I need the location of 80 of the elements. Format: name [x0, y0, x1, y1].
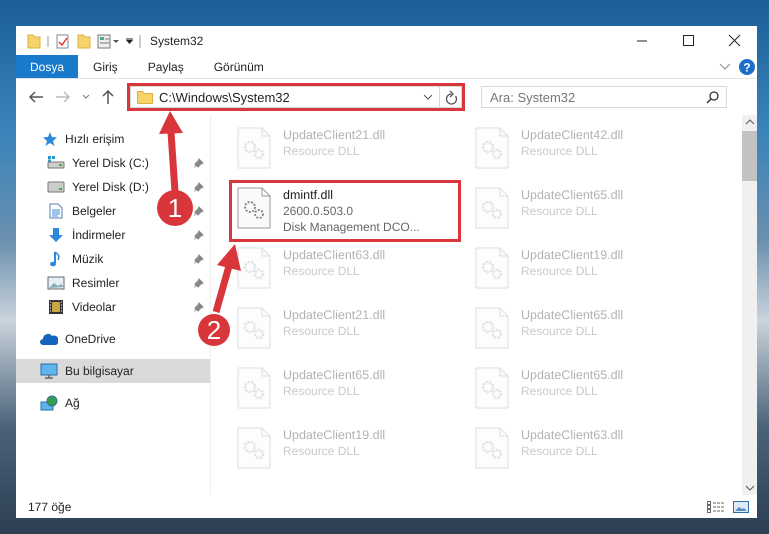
settings-file-icon [237, 307, 271, 349]
annotation-arrow [212, 244, 241, 313]
nav-item[interactable]: Belgeler [16, 199, 120, 223]
folder-icon [137, 90, 153, 104]
settings-file-icon [475, 247, 509, 289]
settings-file-icon [237, 247, 271, 289]
step-marker: 1 [157, 190, 193, 226]
file-name: UpdateClient63.dll [521, 427, 624, 443]
picture-icon [47, 275, 65, 291]
pin-icon[interactable] [194, 254, 204, 264]
scrollbar-thumb[interactable] [742, 131, 757, 181]
file-name: UpdateClient65.dll [521, 307, 624, 323]
file-name: UpdateClient42.dll [521, 127, 624, 143]
nav-item[interactable]: Müzik [16, 247, 108, 271]
nav-item[interactable]: Ağ [16, 391, 84, 415]
up-icon[interactable] [101, 89, 115, 105]
nav-item[interactable]: Hızlı erişim [16, 127, 128, 151]
pin-icon[interactable] [194, 302, 204, 312]
nav-item[interactable]: Videolar [16, 295, 120, 319]
file-detail: 2600.0.503.0 [283, 203, 354, 219]
file-item[interactable]: dmintf.dll 2600.0.503.0 Disk Management DCO... [231, 183, 469, 243]
file-name: dmintf.dll [283, 187, 334, 203]
network-icon [40, 395, 58, 411]
settings-file-icon [237, 367, 271, 409]
help-icon[interactable]: ? [739, 58, 755, 74]
drive-icon [47, 155, 65, 171]
address-bar[interactable]: C:\Windows\System32 [130, 86, 440, 108]
settings-file-icon [475, 427, 509, 469]
nav-item[interactable]: Yerel Disk (D:) [16, 175, 153, 199]
video-icon [47, 299, 65, 315]
refresh-button[interactable] [440, 86, 462, 108]
ribbon-tab[interactable]: Giriş [78, 55, 133, 78]
large-icons-view-icon[interactable] [733, 500, 749, 512]
settings-file-icon [475, 127, 509, 169]
document-icon [47, 203, 65, 219]
file-name: UpdateClient21.dll [283, 127, 386, 143]
monitor-icon [40, 363, 58, 379]
scroll-down-icon[interactable] [744, 485, 754, 491]
settings-file-icon [237, 427, 271, 469]
drive-icon [47, 179, 65, 195]
pin-icon[interactable] [194, 158, 204, 168]
dropdown-icon[interactable] [423, 94, 433, 100]
nav-item[interactable]: OneDrive [16, 327, 120, 351]
step-marker: 2 [198, 314, 230, 346]
ribbon-tab[interactable]: Dosya [16, 55, 78, 78]
file-name: UpdateClient63.dll [283, 247, 386, 263]
ribbon-tab[interactable]: Paylaş [132, 55, 199, 78]
recent-locations-icon[interactable] [82, 94, 90, 100]
pin-icon[interactable] [194, 230, 204, 240]
file-name: UpdateClient65.dll [521, 367, 624, 383]
file-name: UpdateClient65.dll [521, 187, 624, 203]
settings-file-icon [475, 367, 509, 409]
pin-icon[interactable] [194, 278, 204, 288]
settings-file-icon [237, 127, 271, 169]
nav-item[interactable]: İndirmeler [16, 223, 130, 247]
nav-item[interactable]: Bu bilgisayar [16, 359, 210, 383]
file-name: UpdateClient19.dll [283, 427, 386, 443]
settings-file-icon [475, 187, 509, 229]
file-name: UpdateClient21.dll [283, 307, 386, 323]
ribbon-tab[interactable]: Görünüm [198, 55, 279, 78]
scroll-up-icon[interactable] [744, 119, 754, 125]
nav-item[interactable]: Yerel Disk (C:) [16, 151, 153, 175]
settings-file-icon [475, 307, 509, 349]
file-name: UpdateClient19.dll [521, 247, 624, 263]
download-icon [47, 227, 65, 243]
file-detail: Disk Management DCO... [283, 219, 420, 235]
file-name: UpdateClient65.dll [283, 367, 386, 383]
search-icon [706, 91, 719, 104]
window-title: System32 [150, 34, 204, 48]
settings-file-icon [237, 187, 271, 229]
scrollbar[interactable] [742, 115, 757, 495]
nav-item[interactable]: Resimler [16, 271, 124, 295]
back-icon[interactable] [28, 90, 44, 104]
search-field[interactable]: Ara: System32 [481, 86, 727, 108]
expand-ribbon-icon[interactable] [719, 62, 731, 70]
cloud-icon [40, 331, 58, 347]
pin-icon[interactable] [194, 206, 204, 216]
item-count: 177 öğe [28, 500, 72, 514]
pin-icon[interactable] [194, 182, 204, 192]
details-view-icon[interactable] [707, 500, 725, 512]
